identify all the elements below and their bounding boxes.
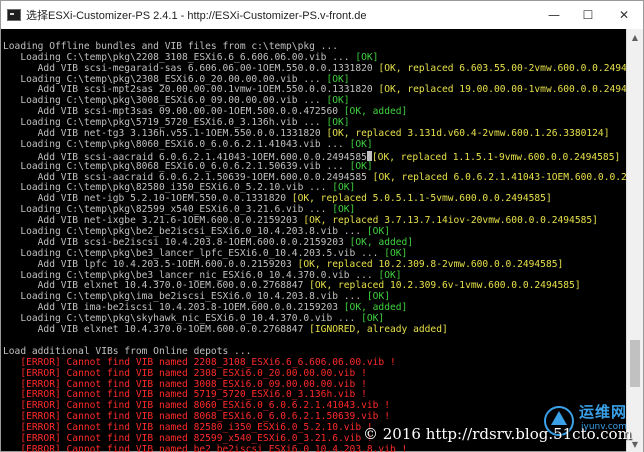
console-text-segment: [OK, added]	[349, 236, 414, 248]
console-app-icon	[7, 9, 21, 21]
console-text-segment: Add VIB net-igb 5.2.10-1OEM.550.0.0.1331…	[3, 193, 292, 205]
console-text-segment: [OK]	[326, 95, 350, 107]
console-text-segment: Add VIB scsi-aacraid 6.0.6.2.1.50639-1OE…	[3, 171, 373, 183]
watermark-logo-mark	[551, 411, 567, 425]
console-text-segment: [OK, replaced 6.603.55.00-2vmw.600.0.0.2…	[378, 62, 626, 74]
console-text-segment: [ERROR] Cannot find VIB named be2_be2isc…	[3, 443, 408, 452]
maximize-button[interactable]: ☐	[571, 1, 605, 29]
console-text-segment: [OK, replaced 10.2.309.8-2vmw.600.0.0.24…	[297, 258, 564, 270]
console-window: 选择ESXi-Customizer-PS 2.4.1 - http://ESXi…	[0, 0, 644, 452]
console-text-segment: [OK, replaced 10.2.309.6v-1vmw.600.0.0.2…	[309, 280, 581, 292]
console-text-segment: [IGNORED, already added]	[309, 324, 448, 336]
console-text-segment: Add VIB scsi-be2iscsi 10.4.203.8-1OEM.60…	[3, 236, 350, 248]
window-controls: — ☐ ✕	[537, 1, 643, 29]
console-text-segment: Loading C:\temp\pkg\82599_x540_ESXi6.0_3…	[3, 204, 333, 216]
console-text-segment: [OK, added]	[343, 106, 408, 118]
console-text-segment: Loading C:\temp\pkg\be2_be2iscsi_ESXi6.0…	[3, 226, 367, 238]
console-line: [ERROR] Cannot find VIB named be2_be2isc…	[3, 443, 626, 452]
console-text-segment: Add VIB lpfc 10.4.203.5-1OEM.600.0.0.215…	[3, 258, 298, 270]
console-text-segment: Add VIB ima-be2iscsi 10.4.203.8-1OEM.600…	[3, 302, 344, 314]
console-text-segment: Load additional VIBs from Online depots …	[3, 345, 252, 357]
console-text-segment: [OK, replaced 1.1.5.1-9vmw.600.0.0.24945…	[371, 151, 621, 163]
console-line: Loading C:\temp\pkg\8060_ESXi6.0_6.0.6.2…	[3, 138, 626, 151]
console-text-segment: Loading C:\temp\pkg\8068_ESXi6.0_6.0.6.2…	[3, 160, 350, 172]
console-text-segment: [OK]	[326, 117, 350, 129]
console-text-segment: Loading C:\temp\pkg\2308_ESXi6.0_20.00.0…	[3, 73, 327, 85]
console-text-segment: [ERROR] Cannot find VIB named 2308_ESXi6…	[3, 367, 367, 379]
console-text-segment: Loading Offline bundles and VIB files fr…	[3, 40, 339, 52]
console-text-segment: [ERROR] Cannot find VIB named 5719_5720_…	[3, 389, 367, 401]
console-text-segment: Add VIB net-ixgbe 3.21.6-1OEM.600.0.0.21…	[3, 215, 304, 227]
console-text-segment: [ERROR] Cannot find VIB named 82599_x540…	[3, 432, 373, 444]
console-line: Add VIB elxnet 10.4.370.0-1OEM.600.0.0.2…	[3, 324, 626, 336]
title-bar[interactable]: 选择ESXi-Customizer-PS 2.4.1 - http://ESXi…	[1, 1, 643, 29]
console-output[interactable]: Loading Offline bundles and VIB files fr…	[1, 29, 626, 452]
console-text-segment: Loading C:\temp\pkg\2208_3108_ESXi6.6_6.…	[3, 51, 356, 63]
console-text-segment: [OK]	[332, 204, 356, 216]
console-text-segment: [OK]	[326, 73, 350, 85]
console-text-segment: [OK, replaced 6.0.6.2.1.41043-1OEM.600.0…	[372, 171, 626, 183]
console-text-segment: [OK]	[332, 182, 356, 194]
watermark-logo-text: 运维网	[579, 403, 628, 421]
watermark-text: © 2016 http://rdsrv.blog.51cto.com	[363, 425, 632, 443]
console-text-segment: [ERROR] Cannot find VIB named 82580_i350…	[3, 422, 373, 434]
console-text-segment: [ERROR] Cannot find VIB named 2208_3108_…	[3, 356, 396, 368]
console-text-segment: [OK]	[384, 247, 408, 259]
console-text-segment: [OK, replaced 3.7.13.7.14iov-20vmw.600.0…	[303, 215, 598, 227]
console-text-segment: [OK]	[378, 269, 402, 281]
console-text-segment: Add VIB net-tg3 3.136h.v55.1-1OEM.550.0.…	[3, 128, 327, 140]
console-text-segment: Add VIB scsi-megaraid-sas 6.606.06.00-1O…	[3, 62, 379, 74]
console-text-segment: [OK, replaced 3.131d.v60.4-2vmw.600.1.26…	[326, 128, 610, 140]
console-text-segment: Add VIB elxnet 10.4.370.0-1OEM.600.0.0.2…	[3, 280, 310, 292]
console-text-segment: [OK, replaced 19.00.00.00-1vmw.600.0.0.2…	[378, 84, 626, 96]
console-text-segment: [OK]	[349, 160, 373, 172]
console-text-segment: Loading C:\temp\pkg\5719_5720_ESXi6.0_3.…	[3, 117, 327, 129]
console-text-segment: [OK]	[366, 291, 390, 303]
console-text-segment: Loading C:\temp\pkg\ima_be2iscsi_ESXi6.0…	[3, 291, 367, 303]
console-text-segment: [OK, added]	[343, 302, 408, 314]
console-text-segment: Add VIB scsi-mpt2sas 20.00.00.00.1vmw-1O…	[3, 84, 379, 96]
console-text-segment: [OK]	[366, 226, 390, 238]
console-text-segment: Add VIB scsi-mpt3sas 09.00.00.00-1OEM.50…	[3, 106, 344, 118]
console-text-segment: [OK]	[361, 313, 385, 325]
console-text-segment: [OK, replaced 5.0.5.1.1-5vmw.600.0.0.249…	[291, 193, 552, 205]
console-text-segment: [OK]	[355, 51, 379, 63]
console-text-segment: [ERROR] Cannot find VIB named 3008_ESXi6…	[3, 378, 367, 390]
window-title: 选择ESXi-Customizer-PS 2.4.1 - http://ESXi…	[26, 10, 367, 22]
scrollbar-thumb[interactable]	[630, 340, 640, 388]
console-text-segment: [ERROR] Cannot find VIB named 8060_ESXi6…	[3, 400, 390, 412]
console-text-segment: [OK]	[349, 138, 373, 150]
scroll-up-icon[interactable]: ▲	[627, 29, 643, 45]
console-text-segment: Loading C:\temp\pkg\be3_lancer_lpfc_ESXi…	[3, 247, 385, 259]
console-text-segment: Add VIB elxnet 10.4.370.0-1OEM.600.0.0.2…	[3, 324, 310, 336]
console-text-segment: Loading C:\temp\pkg\skyhawk_nic_ESXi6.0_…	[3, 313, 362, 325]
console-text-segment: Loading C:\temp\pkg\8060_ESXi6.0_6.0.6.2…	[3, 138, 350, 150]
close-button[interactable]: ✕	[605, 1, 643, 29]
console-text-segment: [ERROR] Cannot find VIB named 8068_ESXi6…	[3, 411, 390, 423]
minimize-button[interactable]: —	[537, 1, 571, 29]
console-text-segment: Loading C:\temp\pkg\82580_i350_ESXi6.0_5…	[3, 182, 333, 194]
console-text-segment: Loading C:\temp\pkg\be3_lancer_nic_ESXi6…	[3, 269, 379, 281]
console-text-segment: Loading C:\temp\pkg\3008_ESXi6.0_09.00.0…	[3, 95, 327, 107]
vertical-scrollbar[interactable]: ▲ ▼	[626, 29, 643, 452]
